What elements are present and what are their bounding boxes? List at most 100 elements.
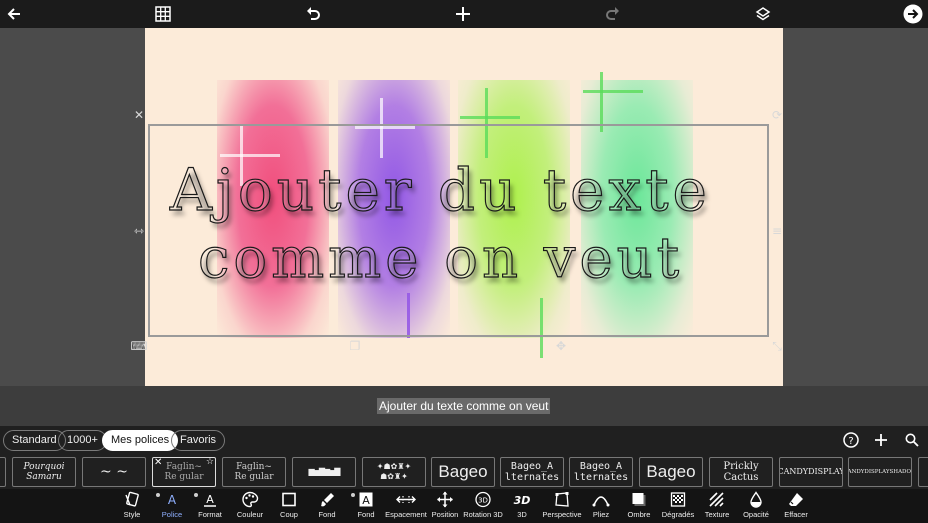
font-thumb[interactable]: ▆▅▇▆▅▇ (292, 457, 356, 487)
top-bar (0, 0, 928, 28)
tool-label: Couleur (236, 510, 264, 519)
scale-handle-icon[interactable]: ⤡ (770, 339, 784, 353)
font-thumb-label: Pourquoi Samaru (23, 462, 65, 482)
tool-ombre[interactable]: Ombre (624, 491, 654, 523)
indicator-dot (156, 493, 160, 497)
menu-handle-icon[interactable]: ≡ (770, 224, 784, 238)
redo-icon[interactable] (602, 3, 624, 25)
font-thumb-label: ✦☗✿♜✦ ☗✿♜✦ (376, 462, 412, 481)
tool-label: 3D (517, 510, 527, 519)
svg-text:3D: 3D (478, 497, 488, 505)
canvas-text[interactable]: Ajouter du texte comme on veut (150, 126, 767, 335)
tool-coup[interactable]: Coup (274, 491, 304, 523)
tool-effacer[interactable]: Effacer (780, 491, 812, 523)
style-icon (125, 491, 139, 507)
text-input-bar[interactable]: Ajouter du texte comme on veut (0, 386, 928, 426)
favorite-star-icon[interactable]: ☆ (206, 458, 214, 467)
svg-text:A: A (168, 493, 177, 507)
add-font-icon[interactable] (872, 431, 890, 449)
text-bg-icon: A (359, 492, 373, 507)
tool-opacite[interactable]: Opacité (739, 491, 773, 523)
search-icon[interactable] (903, 431, 921, 449)
back-arrow-icon[interactable] (3, 3, 25, 25)
font-thumb[interactable]: ~ ~ (82, 457, 146, 487)
palette-icon (242, 491, 259, 508)
tool-label: Position (431, 510, 459, 519)
tool-pliez[interactable]: Pliez (586, 491, 616, 523)
font-thumb-label: CANDYDISPLAYSHADOW (849, 469, 911, 475)
indicator-dot (351, 493, 355, 497)
perspective-icon (555, 492, 569, 507)
category-thousand[interactable]: 1000+ (58, 430, 107, 451)
font-thumb[interactable]: CANDYDISPLAY (779, 457, 843, 487)
tool-label: Format (198, 510, 222, 519)
tool-label: Texture (704, 510, 730, 519)
layers-icon[interactable] (752, 3, 774, 25)
next-arrow-icon[interactable] (902, 3, 924, 25)
grid-icon[interactable] (152, 3, 174, 25)
tool-style[interactable]: Style (116, 491, 148, 523)
tool-rotation-3d[interactable]: 3D Rotation 3D (463, 491, 503, 523)
tool-police[interactable]: A Police (155, 491, 189, 523)
font-thumb[interactable]: Faglin~ Re gular (222, 457, 286, 487)
remove-font-icon[interactable]: ✕ (154, 458, 162, 468)
paint-cross (600, 72, 603, 132)
font-thumb-label: ▆▅▇▆▅▇ (308, 467, 341, 476)
tool-perspective[interactable]: Perspective (542, 491, 582, 523)
font-thumb[interactable]: Bageo_A lternates (569, 457, 633, 487)
tool-format[interactable]: A Format (194, 491, 226, 523)
font-category-row: Standard 1000+ Mes polices Favoris ? (0, 426, 928, 454)
design-canvas[interactable]: Ajouter du texte comme on veut (145, 28, 783, 386)
font-thumbnail-row: Pourquoi Samaru ~ ~ ✕ ☆ Faglin~ Re gular… (0, 454, 928, 489)
tool-fond[interactable]: Fond (312, 491, 342, 523)
rotate-3d-icon: 3D (475, 491, 491, 508)
resize-horizontal-handle-icon[interactable]: ⇿ (132, 224, 146, 238)
text-selection-box[interactable]: Ajouter du texte comme on veut (148, 124, 769, 337)
add-icon[interactable] (452, 3, 474, 25)
tool-label: Ombre (627, 510, 651, 519)
font-thumb-partial[interactable] (918, 457, 928, 487)
font-thumb[interactable]: Bageo_A lternates (500, 457, 564, 487)
font-thumb-selected[interactable]: ✕ ☆ Faglin~ Re gular (152, 457, 216, 487)
font-thumb[interactable]: Prickly Cactus (709, 457, 773, 487)
font-thumb-label: Bageo_A lternates (504, 461, 560, 483)
fill-handle-icon[interactable]: ✥ (554, 339, 568, 353)
font-thumb[interactable]: ✦☗✿♜✦ ☗✿♜✦ (362, 457, 426, 487)
font-thumb-label: Bageo (646, 462, 696, 481)
tool-label: Perspective (542, 510, 582, 519)
rotate-handle-icon[interactable]: ⟳ (770, 108, 784, 122)
tool-fond-texte[interactable]: A Fond (350, 491, 382, 523)
font-icon: A (168, 493, 177, 507)
undo-icon[interactable] (302, 3, 324, 25)
tool-label: Fond (357, 510, 375, 519)
tool-espacement[interactable]: Espacement (385, 491, 427, 523)
font-thumb[interactable]: Pourquoi Samaru (12, 457, 76, 487)
keyboard-handle-icon[interactable]: ⌨ (130, 339, 147, 353)
category-mine[interactable]: Mes polices (102, 430, 179, 451)
text-input-value[interactable]: Ajouter du texte comme on veut (377, 398, 551, 414)
font-thumb[interactable]: Bageo (639, 457, 703, 487)
tool-label: Opacité (743, 510, 769, 519)
gradient-icon (670, 492, 686, 507)
help-icon[interactable]: ? (842, 431, 860, 449)
work-area: Ajouter du texte comme on veut ✕ ⟳ ⇿ ≡ ⌨… (0, 28, 928, 386)
delete-handle-icon[interactable]: ✕ (132, 108, 146, 122)
font-thumb-label: Prickly Cactus (723, 461, 759, 483)
curve-icon (592, 496, 610, 507)
font-thumb[interactable]: CANDYDISPLAYSHADOW (848, 457, 912, 487)
tool-degrades[interactable]: Dégradés (660, 491, 696, 523)
category-favorites[interactable]: Favoris (171, 430, 226, 451)
tool-couleur[interactable]: Couleur (232, 491, 268, 523)
font-thumb-partial[interactable] (0, 457, 6, 487)
tool-label: Effacer (784, 510, 808, 519)
tool-position[interactable]: Position (430, 491, 460, 523)
duplicate-handle-icon[interactable]: ❐ (348, 339, 362, 353)
font-thumb[interactable]: Bageo (431, 457, 495, 487)
svg-text:A: A (362, 494, 370, 507)
font-thumb-label: Bageo (438, 462, 488, 481)
tool-texture[interactable]: Texture (701, 491, 733, 523)
category-standard[interactable]: Standard (3, 430, 66, 451)
tool-3d[interactable]: 3D 3D (509, 491, 535, 523)
tool-label: Style (123, 510, 141, 519)
indicator-dot (194, 493, 198, 497)
